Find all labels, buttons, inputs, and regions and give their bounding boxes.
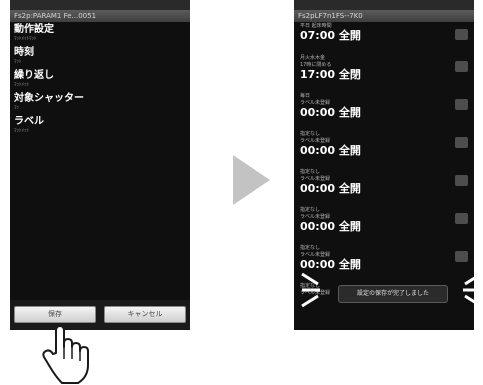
- row-time: 00:00 全開: [300, 106, 361, 119]
- sparkle-right-icon: [463, 272, 482, 308]
- setting-value: ﾏｯﾄﾒｯﾄﾏｯﾄ: [14, 36, 37, 42]
- row-time: 00:00 全開: [300, 182, 361, 195]
- row-header: 指定なし: [300, 245, 321, 251]
- screen-title: Fs2pLF7n1FS--7K0: [294, 10, 474, 22]
- save-button[interactable]: 保存: [14, 306, 96, 323]
- save-complete-toast: 設定の保存が完了しました: [338, 285, 448, 303]
- setting-label[interactable]: ラベル ﾏｯﾄﾒｯﾄ: [10, 114, 190, 137]
- setting-title: 対象シャッター: [14, 93, 84, 104]
- status-bar: [294, 0, 474, 10]
- timer-row[interactable]: 月火水木金 17時に閉める 17:00 全閉: [294, 54, 474, 92]
- toggle-switch[interactable]: [455, 99, 468, 110]
- setting-value: ﾏｯﾄﾒｯﾄ: [14, 128, 30, 134]
- timer-row[interactable]: 指定なし ラベル未登録 00:00 全開: [294, 130, 474, 168]
- row-header: 指定なし: [300, 131, 321, 137]
- row-time: 17:00 全閉: [300, 68, 361, 81]
- pointing-hand-icon: [42, 325, 89, 384]
- row-subheader: ラベル未登録: [300, 138, 331, 144]
- setting-value: ﾏｯﾄﾒｯﾄ: [14, 82, 30, 88]
- toggle-switch[interactable]: [455, 61, 468, 72]
- row-header: 毎日: [300, 93, 311, 99]
- row-subheader: ラベル未登録: [300, 100, 331, 106]
- sparkle-left-icon: [301, 272, 320, 308]
- toggle-switch[interactable]: [455, 213, 468, 224]
- screen-title: Fs2p:PARAM1 Fe...0051: [10, 10, 190, 22]
- setting-title: 動作設定: [14, 24, 54, 35]
- setting-value: ﾏｯ: [14, 105, 20, 111]
- row-time: 00:00 全開: [300, 220, 361, 233]
- timer-row[interactable]: 平日 起床時間 07:00 全開: [294, 22, 474, 54]
- setting-operation[interactable]: 動作設定 ﾏｯﾄﾒｯﾄﾏｯﾄ: [10, 22, 190, 45]
- left-settings-screen: Fs2p:PARAM1 Fe...0051 動作設定 ﾏｯﾄﾒｯﾄﾏｯﾄ 時刻 …: [10, 0, 190, 330]
- setting-value: ﾏｯﾄ: [14, 59, 22, 65]
- timer-row[interactable]: 毎日 ラベル未登録 00:00 全開: [294, 92, 474, 130]
- row-time: 00:00 全開: [300, 144, 361, 157]
- status-bar: [10, 0, 190, 10]
- toggle-switch[interactable]: [455, 29, 468, 40]
- setting-time[interactable]: 時刻 ﾏｯﾄ: [10, 45, 190, 68]
- timer-row[interactable]: 指定なし ラベル未登録 00:00 全開: [294, 168, 474, 206]
- row-subheader: 17時に閉める: [300, 62, 332, 68]
- setting-repeat[interactable]: 繰り返し ﾏｯﾄﾒｯﾄ: [10, 68, 190, 91]
- row-subheader: ラベル未登録: [300, 252, 331, 258]
- setting-title: 繰り返し: [14, 70, 54, 81]
- toggle-switch[interactable]: [455, 251, 468, 262]
- row-subheader: ラベル未登録: [300, 214, 331, 220]
- row-subheader: ラベル未登録: [300, 176, 331, 182]
- button-bar: 保存 キャンセル: [10, 300, 190, 330]
- timer-row[interactable]: 指定なし ラベル未登録 00:00 全開: [294, 206, 474, 244]
- row-header: 月火水木金: [300, 55, 326, 61]
- setting-title: ラベル: [14, 116, 44, 127]
- setting-target-shutter[interactable]: 対象シャッター ﾏｯ: [10, 91, 190, 114]
- row-header: 平日 起床時間: [300, 23, 332, 29]
- row-header: 指定なし: [300, 207, 321, 213]
- toggle-switch[interactable]: [455, 175, 468, 186]
- toggle-switch[interactable]: [455, 137, 468, 148]
- arrow-right-icon: [233, 155, 270, 205]
- cancel-button[interactable]: キャンセル: [104, 306, 186, 323]
- row-time: 07:00 全開: [300, 29, 361, 42]
- setting-title: 時刻: [14, 47, 34, 58]
- row-header: 指定なし: [300, 169, 321, 175]
